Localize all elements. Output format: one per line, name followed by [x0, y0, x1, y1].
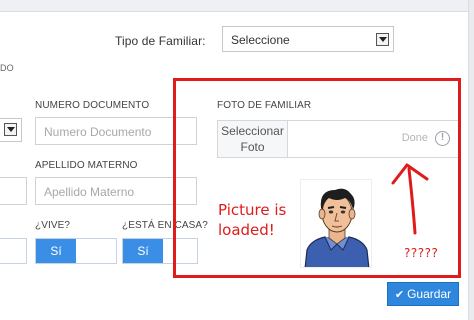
chevron-down-icon[interactable]: [376, 33, 389, 46]
annotation-arrow-icon: [391, 163, 429, 235]
tipo-familiar-value: Seleccione: [231, 33, 290, 47]
vive-toggle-off[interactable]: [76, 239, 116, 263]
annotation-line2: loaded!: [218, 221, 275, 239]
doc-type-select[interactable]: [0, 118, 22, 142]
vive-toggle[interactable]: Sí: [35, 238, 117, 264]
vive-label: ¿VIVE?: [35, 220, 71, 231]
guardar-label: Guardar: [407, 287, 452, 301]
top-bar: [0, 0, 474, 12]
apellido-materno-label: APELLIDO MATERNO: [35, 160, 138, 171]
guardar-button[interactable]: ✔ Guardar: [387, 282, 459, 306]
check-icon: ✔: [394, 289, 405, 301]
annotation-question: ?????: [404, 246, 439, 260]
annotation-line1: Picture is: [218, 201, 287, 219]
annotation-text: Picture is loaded!: [218, 200, 298, 240]
chevron-down-icon[interactable]: [4, 123, 17, 136]
tipo-familiar-select[interactable]: Seleccione: [222, 26, 394, 52]
toggle-off-segment[interactable]: [0, 239, 26, 263]
numero-documento-label: NUMERO DOCUMENTO: [35, 100, 150, 111]
right-scroll-edge: [468, 0, 474, 320]
left-cut-toggle[interactable]: [0, 238, 27, 264]
left-cut-input[interactable]: [0, 177, 27, 205]
esta-en-casa-toggle-on[interactable]: Sí: [123, 239, 163, 263]
vive-toggle-on[interactable]: Sí: [36, 239, 76, 263]
tipo-familiar-label: Tipo de Familiar:: [115, 34, 206, 48]
cut-off-label: DO: [0, 63, 14, 73]
